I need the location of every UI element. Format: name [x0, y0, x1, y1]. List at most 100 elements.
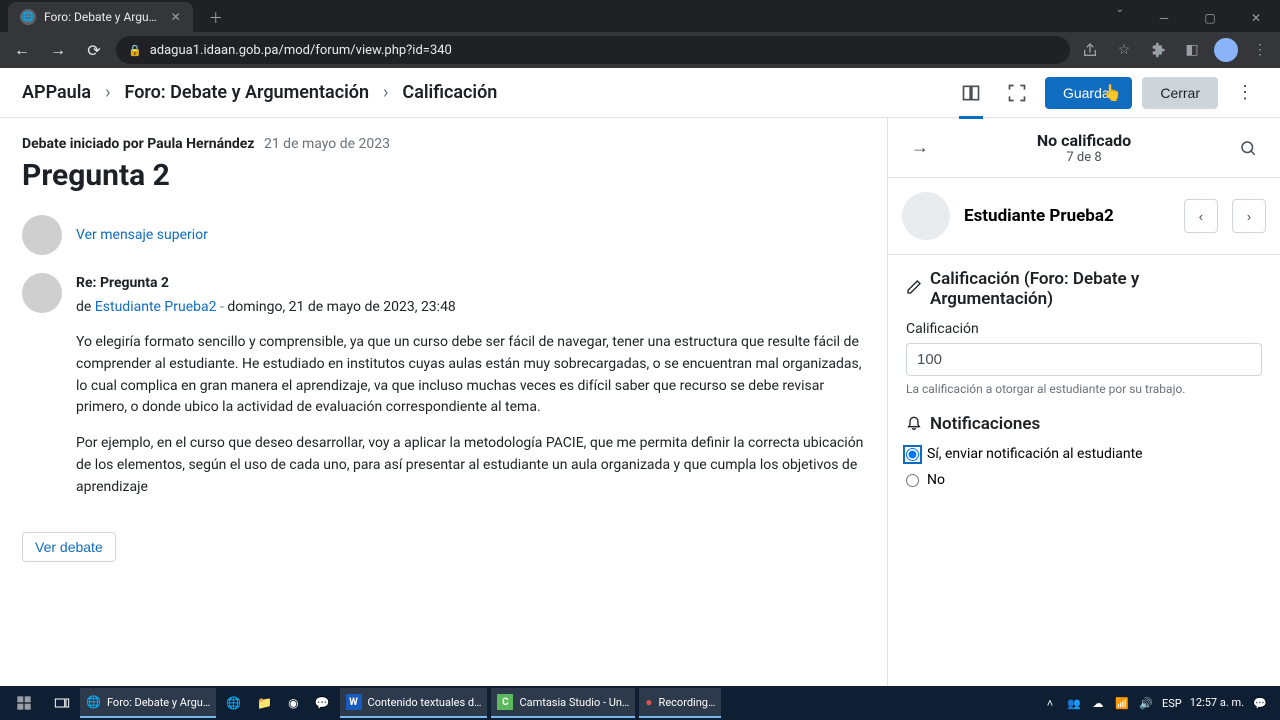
back-button[interactable]: ←	[8, 36, 36, 64]
breadcrumb: APPaula › Foro: Debate y Argumentación ›…	[22, 82, 497, 103]
minimize-icon[interactable]: ─	[1142, 4, 1186, 32]
onedrive-icon[interactable]: ☁	[1090, 697, 1106, 710]
browser-tab[interactable]: 🌐 Foro: Debate y Argu… ✕	[8, 2, 193, 32]
prev-status-button[interactable]: →	[902, 130, 938, 166]
url-text: adagua1.idaan.gob.pa/mod/forum/view.php?…	[150, 43, 452, 58]
record-icon: ●	[645, 695, 652, 709]
tab-search-icon[interactable]: ⌄	[1106, 4, 1134, 32]
forward-button[interactable]: →	[44, 36, 72, 64]
layout-columns-icon[interactable]	[953, 75, 989, 111]
notify-no-row[interactable]: No	[906, 472, 1262, 488]
grading-status: No calificado	[938, 131, 1230, 150]
grade-input[interactable]	[906, 343, 1262, 376]
notify-yes-row[interactable]: Sí, enviar notificación al estudiante	[906, 446, 1262, 462]
camtasia-icon: C	[497, 694, 513, 710]
close-icon[interactable]: ✕	[171, 10, 181, 24]
debate-title: Pregunta 2	[22, 158, 865, 193]
word-icon: W	[346, 694, 362, 710]
avatar	[22, 215, 62, 255]
breadcrumb-page: Calificación	[402, 82, 497, 103]
notify-yes-radio[interactable]	[906, 448, 919, 461]
taskbar-item-chrome2[interactable]: 🌐	[220, 688, 247, 718]
page-header: APPaula › Foro: Debate y Argumentación ›…	[0, 68, 1280, 118]
people-icon[interactable]: 👥	[1066, 697, 1082, 710]
student-avatar	[902, 192, 950, 240]
taskbar-item-obs[interactable]: ◉	[282, 688, 304, 718]
fullscreen-icon[interactable]	[999, 75, 1035, 111]
sidepanel-icon[interactable]: ◧	[1180, 38, 1204, 62]
notify-no-radio[interactable]	[906, 474, 919, 487]
save-button[interactable]: Guardar 👆	[1045, 77, 1132, 109]
clock[interactable]: 12:57 a. m.	[1190, 697, 1244, 709]
post-paragraph: Yo elegiría formato sencillo y comprensi…	[76, 332, 865, 419]
forum-post: Re: Pregunta 2 de Estudiante Prueba2 - d…	[22, 273, 865, 512]
next-student-button[interactable]: ›	[1232, 199, 1266, 233]
address-bar[interactable]: 🔒 adagua1.idaan.gob.pa/mod/forum/view.ph…	[116, 36, 1070, 64]
chrome-icon: 🌐	[226, 696, 241, 710]
cursor-pointer-icon: 👆	[1102, 83, 1122, 103]
chevron-right-icon: ›	[105, 82, 110, 103]
notifications-icon[interactable]: 💬	[1252, 697, 1268, 710]
grade-hint: La calificación a otorgar al estudiante …	[906, 382, 1262, 396]
obs-icon: ◉	[288, 696, 298, 710]
profile-avatar-icon[interactable]	[1214, 38, 1238, 62]
windows-taskbar: 🌐 Foro: Debate y Argu… 🌐 📁 ◉ 💬 W Conteni…	[0, 686, 1280, 720]
wifi-icon[interactable]: 📶	[1114, 697, 1130, 710]
view-debate-button[interactable]: Ver debate	[22, 532, 116, 562]
browser-titlebar: 🌐 Foro: Debate y Argu… ✕ ＋ ⌄ ─ ▢ ✕	[0, 0, 1280, 32]
tray-overflow-icon[interactable]: ˄	[1042, 697, 1058, 710]
taskbar-item-camtasia[interactable]: C Camtasia Studio - Un…	[491, 688, 635, 718]
post-datetime: domingo, 21 de mayo de 2023, 23:48	[227, 299, 456, 315]
debate-meta: Debate iniciado por Paula Hernández 21 d…	[22, 136, 865, 152]
grading-panel: → No calificado 7 de 8 Estudiante Prueba…	[888, 118, 1280, 686]
notify-yes-label: Sí, enviar notificación al estudiante	[927, 446, 1143, 462]
post-byline: de Estudiante Prueba2 - domingo, 21 de m…	[76, 297, 865, 319]
volume-icon[interactable]: 🔊	[1138, 697, 1154, 710]
view-parent-link[interactable]: Ver mensaje superior	[76, 227, 208, 243]
chrome-icon: 🌐	[86, 695, 101, 709]
taskbar-item-discord[interactable]: 💬	[309, 688, 336, 718]
grading-count: 7 de 8	[938, 150, 1230, 165]
breadcrumb-course[interactable]: APPaula	[22, 82, 91, 103]
post-paragraph: Por ejemplo, en el curso que deseo desar…	[76, 433, 865, 498]
start-button[interactable]	[4, 688, 44, 718]
student-name: Estudiante Prueba2	[964, 206, 1170, 226]
debate-starter: Debate iniciado por Paula Hernández	[22, 136, 254, 152]
breadcrumb-activity[interactable]: Foro: Debate y Argumentación	[124, 82, 369, 103]
extensions-icon[interactable]	[1146, 38, 1170, 62]
lock-icon: 🔒	[128, 44, 142, 57]
grade-section-title: Calificación (Foro: Debate y Argumentaci…	[930, 269, 1262, 309]
task-view-icon[interactable]	[48, 688, 76, 718]
maximize-icon[interactable]: ▢	[1188, 4, 1232, 32]
taskbar-item-explorer[interactable]: 📁	[251, 688, 278, 718]
chevron-right-icon: ›	[383, 82, 388, 103]
close-window-icon[interactable]: ✕	[1234, 4, 1278, 32]
globe-icon: 🌐	[20, 9, 36, 25]
post-subject: Re: Pregunta 2	[76, 273, 865, 295]
browser-toolbar: ← → ⟳ 🔒 adagua1.idaan.gob.pa/mod/forum/v…	[0, 32, 1280, 68]
main-content: Debate iniciado por Paula Hernández 21 d…	[0, 118, 888, 686]
bookmark-icon[interactable]: ☆	[1112, 38, 1136, 62]
grade-label: Calificación	[906, 321, 1262, 337]
tab-title: Foro: Debate y Argu…	[44, 10, 157, 24]
post-author-link[interactable]: Estudiante Prueba2	[95, 299, 217, 315]
chrome-menu-icon[interactable]: ⋮	[1248, 38, 1272, 62]
share-icon[interactable]	[1078, 38, 1102, 62]
taskbar-item-chrome[interactable]: 🌐 Foro: Debate y Argu…	[80, 688, 216, 718]
prev-student-button[interactable]: ‹	[1184, 199, 1218, 233]
notify-no-label: No	[927, 472, 945, 488]
debate-date: 21 de mayo de 2023	[264, 136, 390, 152]
notifications-title: Notificaciones	[930, 414, 1040, 434]
bell-icon	[906, 414, 922, 434]
new-tab-button[interactable]: ＋	[201, 4, 231, 32]
taskbar-item-recording[interactable]: ● Recording…	[639, 688, 721, 718]
avatar	[22, 273, 62, 313]
folder-icon: 📁	[257, 696, 272, 710]
reload-button[interactable]: ⟳	[80, 36, 108, 64]
search-icon[interactable]	[1230, 130, 1266, 166]
close-button[interactable]: Cerrar	[1142, 77, 1218, 109]
language-indicator[interactable]: ESP	[1162, 697, 1182, 710]
discord-icon: 💬	[315, 696, 330, 710]
taskbar-item-word[interactable]: W Contenido textuales d…	[340, 688, 488, 718]
more-menu-icon[interactable]: ⋮	[1228, 82, 1262, 103]
